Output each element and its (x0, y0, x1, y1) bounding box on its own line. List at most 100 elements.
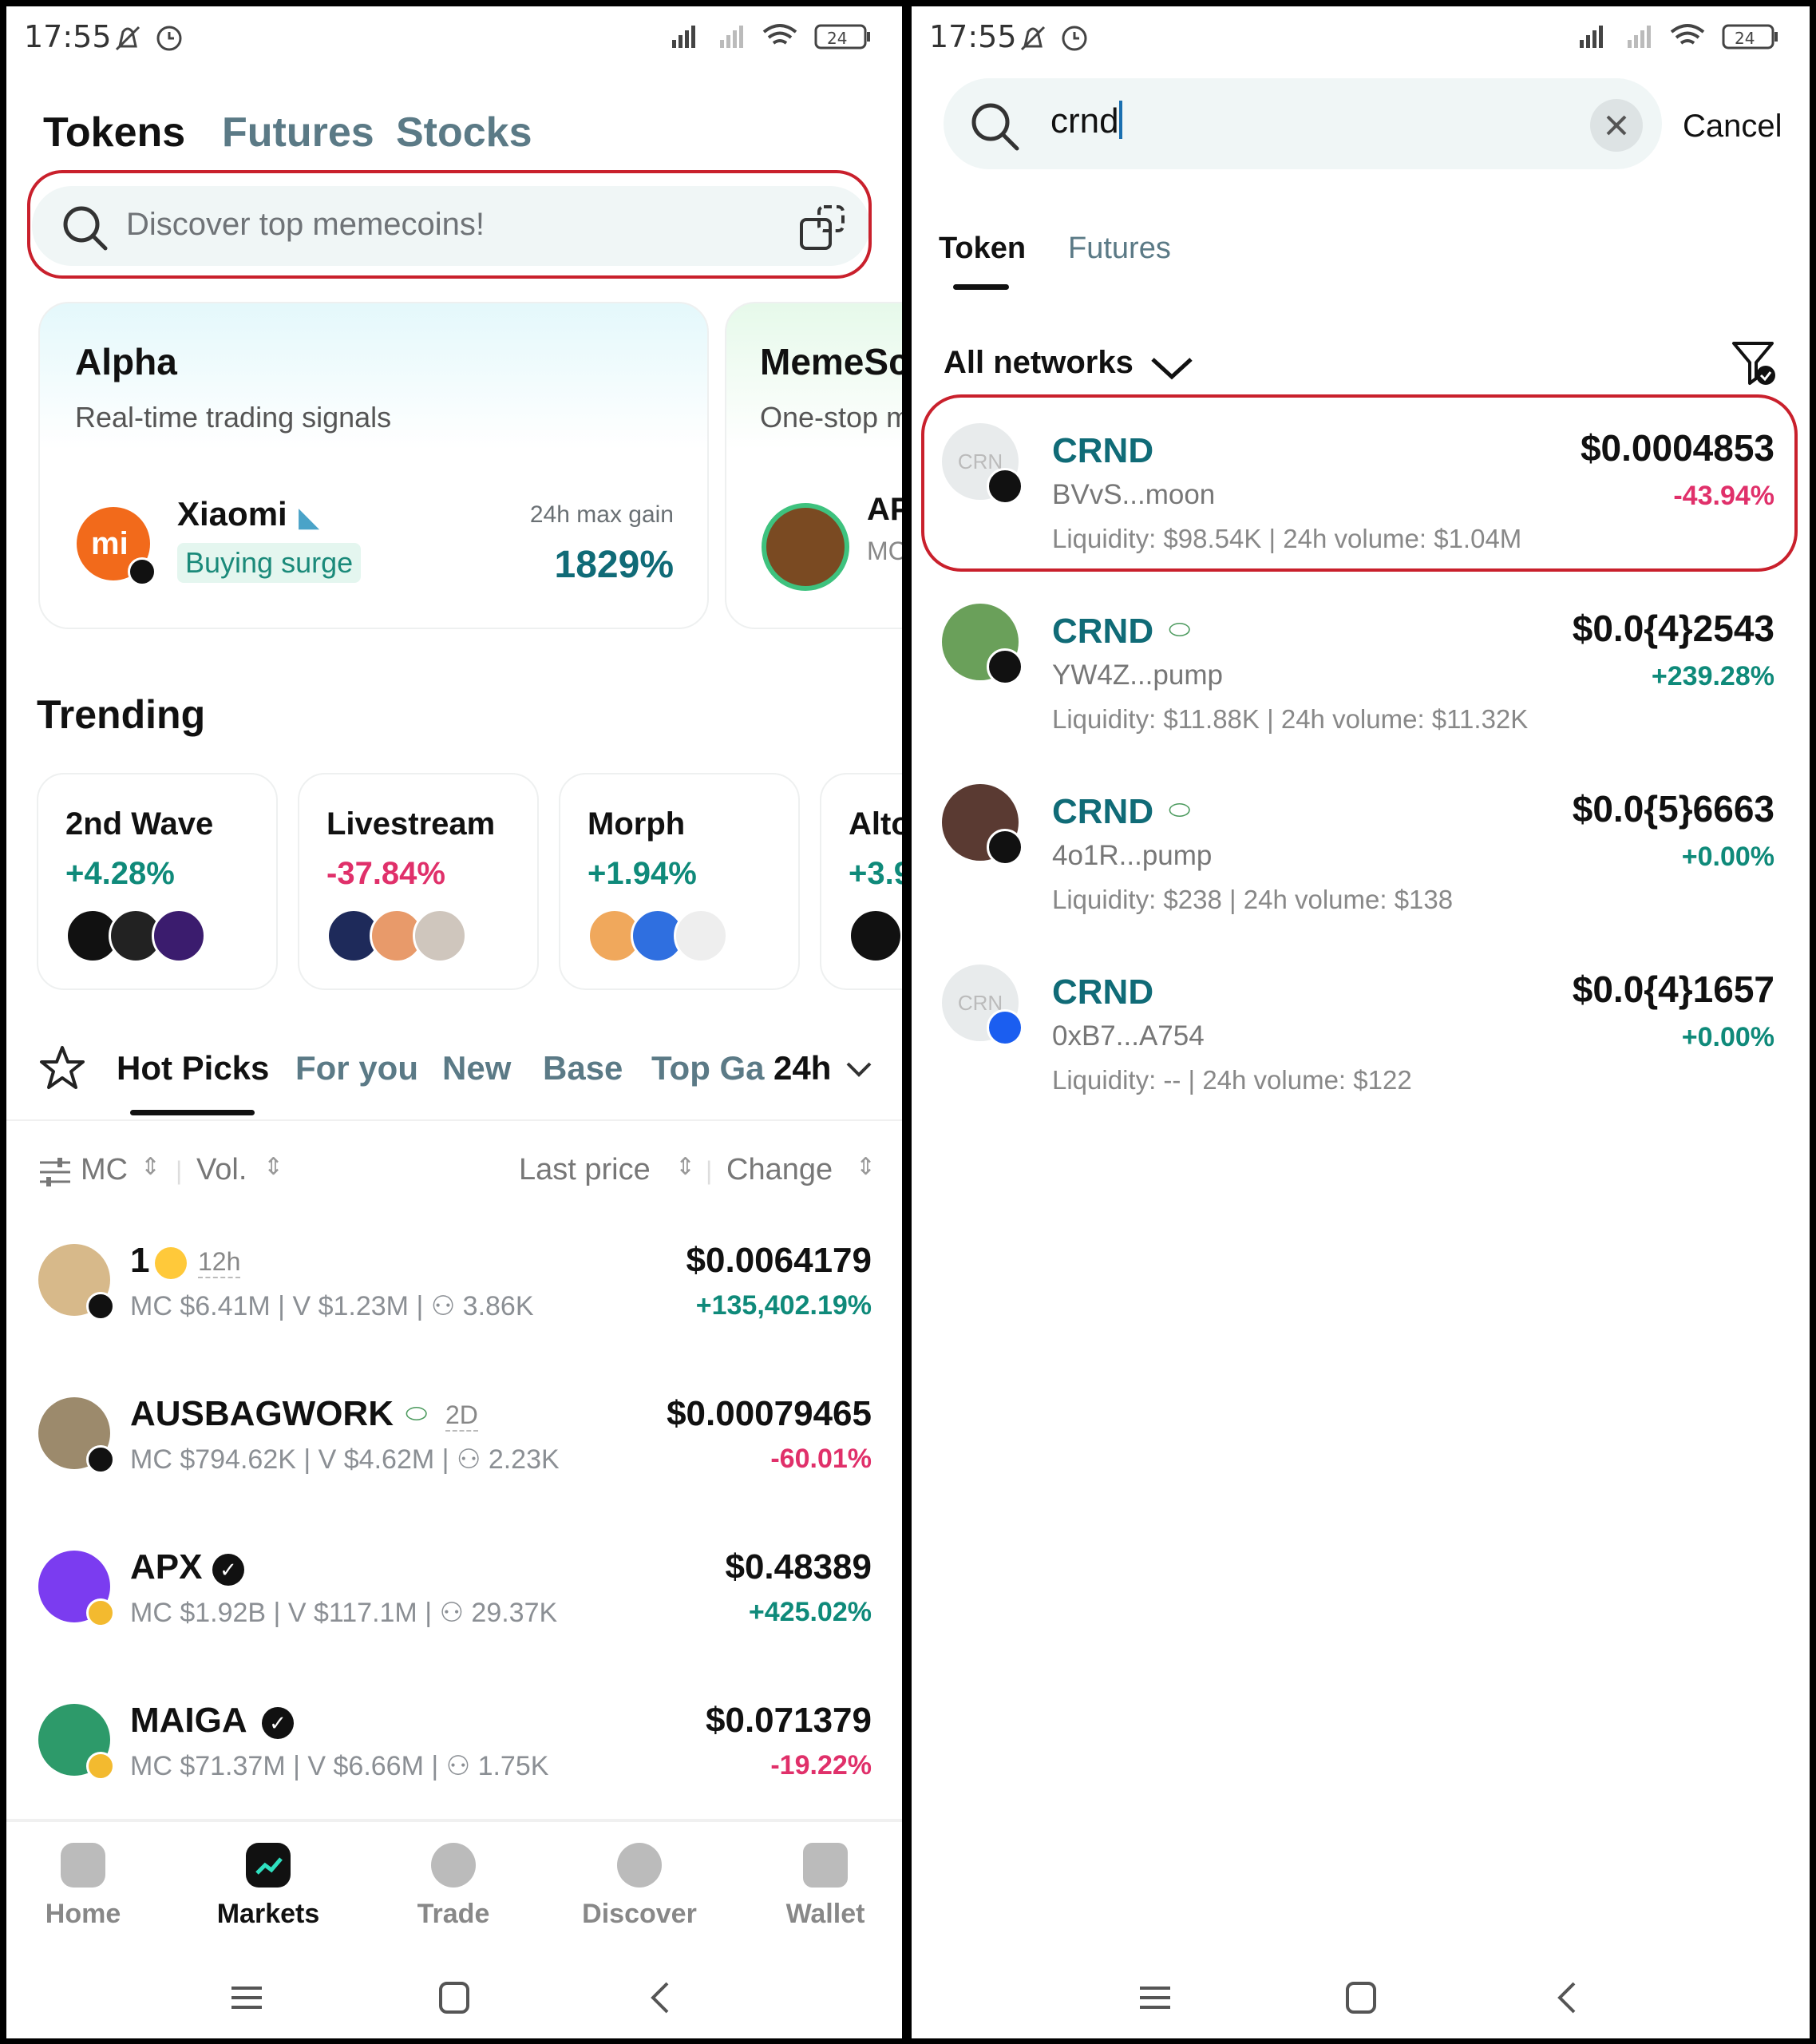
token-stats: MC $794.62K | V $4.62M | ⚇ 2.23K (130, 1444, 560, 1475)
table-row[interactable]: MAIGA ✓ MC $71.37M | V $6.66M | ⚇ 1.75K … (6, 1688, 902, 1824)
nav-discover[interactable]: Discover (560, 1899, 719, 1930)
status-time: 17:55 (24, 19, 112, 54)
menu-icon[interactable] (227, 1979, 267, 2018)
markets-icon[interactable] (246, 1843, 291, 1888)
clear-icon[interactable] (1590, 99, 1643, 152)
alpha-subtitle: Real-time trading signals (75, 401, 392, 434)
ape-avatar (762, 503, 849, 591)
pill-icon: ⬭ (1169, 795, 1191, 824)
result-row[interactable]: CRND ⬭ YW4Z...pump Liquidity: $11.88K | … (912, 586, 1810, 746)
token-price: $0.00079465 (667, 1394, 872, 1433)
result-row[interactable]: CRN CRND BVvS...moon Liquidity: $98.54K … (912, 406, 1810, 565)
home-square-icon[interactable] (434, 1979, 474, 2018)
whale-icon: ◣ (299, 502, 320, 533)
token-age: 12h (198, 1247, 241, 1278)
chevron-down-icon[interactable] (1148, 351, 1196, 383)
highlight-frame (27, 170, 872, 279)
nav-wallet[interactable]: Wallet (746, 1899, 902, 1930)
result-name: CRND (1052, 972, 1154, 1012)
filter-icon[interactable] (1731, 339, 1778, 390)
tab-hot-picks[interactable]: Hot Picks (117, 1049, 269, 1087)
nav-trade[interactable]: Trade (374, 1899, 533, 1930)
filter-sliders-icon[interactable] (38, 1156, 73, 1188)
active-tab-indicator (953, 284, 1009, 290)
table-row[interactable]: 1 12h MC $6.41M | V $1.23M | ⚇ 3.86K $0.… (6, 1228, 902, 1364)
result-row[interactable]: CRND ⬭ 4o1R...pump Liquidity: $238 | 24h… (912, 766, 1810, 926)
home-square-icon[interactable] (1341, 1979, 1381, 2018)
result-address: BVvS...moon (1052, 479, 1216, 510)
result-address: YW4Z...pump (1052, 660, 1223, 691)
tab-futures[interactable]: Futures (222, 109, 374, 156)
tab-new[interactable]: New (442, 1049, 511, 1087)
signal-wifi-battery-icons: 24 (672, 24, 870, 50)
trend-card-alto[interactable]: Alto +3.9 (820, 773, 902, 990)
col-last-price[interactable]: Last price (519, 1153, 651, 1187)
verified-icon: ✓ (212, 1554, 244, 1586)
table-row[interactable]: AUSBAGWORK ⬭ 2D MC $794.62K | V $4.62M |… (6, 1381, 902, 1517)
trend-change: +1.94% (588, 856, 697, 891)
result-address: 0xB7...A754 (1052, 1020, 1205, 1052)
alpha-card[interactable]: Alpha Real-time trading signals mi Xiaom… (38, 302, 709, 629)
home-icon[interactable] (61, 1843, 105, 1888)
menu-icon[interactable] (1135, 1979, 1175, 2018)
tab-futures[interactable]: Futures (1068, 232, 1171, 266)
status-bar: 17:55 24 (6, 6, 902, 70)
tab-base[interactable]: Base (543, 1049, 623, 1087)
tab-for-you[interactable]: For you (295, 1049, 418, 1087)
trend-name: Livestream (326, 806, 496, 842)
bnb-badge-icon (86, 1598, 115, 1627)
result-price: $0.0004853 (1580, 427, 1774, 469)
col-mc[interactable]: MC (81, 1153, 128, 1187)
token-change: +425.02% (748, 1597, 872, 1627)
markets-screen: 17:55 24 Tokens Futures Stocks Discover … (6, 6, 902, 2038)
result-liquidity: Liquidity: $11.88K | 24h volume: $11.32K (1052, 704, 1529, 734)
discover-icon[interactable] (617, 1843, 662, 1888)
tab-token[interactable]: Token (939, 232, 1026, 266)
period-selector[interactable]: 24h (769, 1049, 832, 1087)
result-change: +239.28% (1651, 661, 1774, 691)
col-change[interactable]: Change (726, 1153, 833, 1187)
memes-token: AP (867, 492, 902, 527)
trend-card-2nd-wave[interactable]: 2nd Wave +4.28% (37, 773, 278, 990)
star-icon[interactable] (38, 1044, 86, 1092)
alpha-title: Alpha (75, 341, 177, 382)
pill-icon: ⬭ (1169, 615, 1191, 644)
nav-markets[interactable]: Markets (188, 1899, 348, 1930)
memescope-card[interactable]: MemeSc One-stop m AP MC (725, 302, 902, 629)
trend-name: Alto (849, 806, 902, 842)
col-vol[interactable]: Vol. (196, 1153, 247, 1187)
trend-card-morph[interactable]: Morph +1.94% (559, 773, 800, 990)
alpha-token-name: Xiaomi (177, 495, 287, 533)
signal-tag: Buying surge (177, 543, 362, 583)
signal-wifi-battery-icons: 24 (1580, 24, 1778, 50)
sort-icon[interactable]: ⇕ (140, 1153, 160, 1181)
search-input[interactable]: crnd (944, 78, 1662, 169)
memes-mc: MC (867, 537, 902, 565)
nav-home[interactable]: Home (6, 1899, 163, 1930)
token-price: $0.071379 (706, 1701, 872, 1740)
sort-icon[interactable]: ⇕ (856, 1153, 876, 1181)
network-selector[interactable]: All networks (944, 345, 1134, 381)
memes-subtitle: One-stop m (760, 401, 902, 434)
status-time: 17:55 (929, 19, 1017, 54)
sort-icon[interactable]: ⇕ (263, 1153, 283, 1181)
back-icon[interactable] (1549, 1979, 1589, 2018)
cancel-button[interactable]: Cancel (1683, 109, 1782, 145)
chevron-down-icon[interactable] (845, 1057, 873, 1081)
back-icon[interactable] (642, 1979, 682, 2018)
result-change: +0.00% (1681, 842, 1774, 872)
tab-stocks[interactable]: Stocks (396, 109, 532, 156)
result-change: +0.00% (1681, 1022, 1774, 1052)
result-row[interactable]: CRN CRND 0xB7...A754 Liquidity: -- | 24h… (912, 947, 1810, 1107)
tab-tokens[interactable]: Tokens (43, 109, 185, 156)
bnb-badge-icon (86, 1752, 115, 1781)
table-row[interactable]: APX ✓ MC $1.92B | V $117.1M | ⚇ 29.37K $… (6, 1535, 902, 1670)
wallet-icon[interactable] (803, 1843, 848, 1888)
tab-top-gainers[interactable]: Top Ga (651, 1049, 771, 1087)
sort-icon[interactable]: ⇕ (675, 1153, 695, 1181)
trend-card-livestream[interactable]: Livestream -37.84% (298, 773, 539, 990)
verified-icon: ✓ (262, 1707, 294, 1739)
mute-alarm-icons (115, 26, 182, 51)
trade-icon[interactable] (431, 1843, 476, 1888)
active-tab-indicator (130, 1110, 255, 1115)
